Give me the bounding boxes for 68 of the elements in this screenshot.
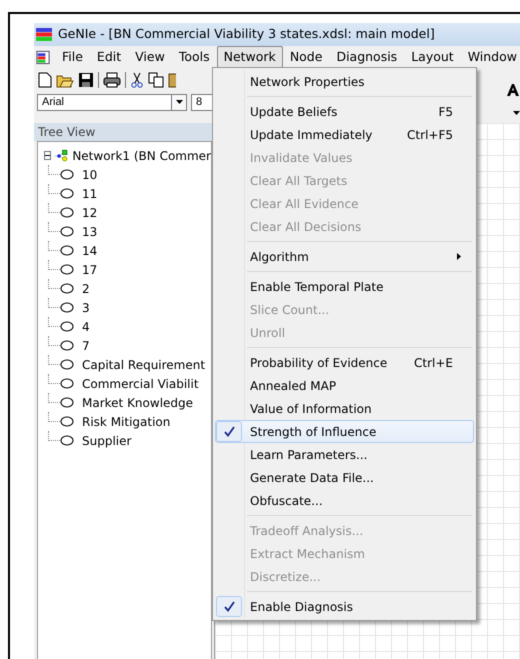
save-icon[interactable] <box>78 72 94 88</box>
panel-title: Tree View <box>34 123 214 141</box>
node-icon <box>60 188 74 199</box>
copy-icon[interactable] <box>148 72 164 88</box>
node-icon <box>60 245 74 256</box>
window-title: GeNIe - [BN Commercial Viability 3 states.xdsl: main model] <box>58 25 435 44</box>
dropdown-arrow-icon <box>176 100 182 104</box>
node-icon <box>60 340 74 351</box>
menu-item[interactable]: Window <box>460 46 520 68</box>
node-icon <box>60 226 74 237</box>
menu-item[interactable]: View <box>128 46 172 68</box>
tree-item[interactable]: Risk Mitigation <box>82 412 170 430</box>
print-icon[interactable] <box>103 72 121 88</box>
tree-item[interactable]: 12 <box>82 204 98 222</box>
dropdown-arrow-icon[interactable] <box>513 111 520 115</box>
node-icon <box>60 321 74 332</box>
document-icon[interactable] <box>36 50 51 64</box>
menu-item[interactable]: Algorithm <box>215 245 474 268</box>
new-file-icon[interactable] <box>38 72 52 88</box>
font-dropdown[interactable]: Arial <box>37 94 187 110</box>
submenu-arrow-icon <box>457 253 461 260</box>
expander-icon[interactable] <box>44 151 51 160</box>
node-icon <box>60 416 74 427</box>
menu-item[interactable]: Network Properties <box>215 70 474 93</box>
tree-item[interactable]: Supplier <box>82 432 132 450</box>
tree-item[interactable]: 2 <box>82 280 90 298</box>
node-icon <box>60 435 74 446</box>
cut-icon[interactable] <box>130 72 144 88</box>
tree-item[interactable]: Capital Requirement <box>82 356 206 374</box>
menu-item[interactable]: Node <box>282 46 330 68</box>
menu-item[interactable]: Edit <box>90 46 128 68</box>
menu-item[interactable]: File <box>55 46 90 68</box>
menu-item[interactable]: Tools <box>172 46 217 68</box>
tree-item[interactable]: Market Knowledge <box>82 394 194 412</box>
tree-item[interactable]: 10 <box>82 166 98 184</box>
node-icon <box>60 397 74 408</box>
menu-item[interactable]: Annealed MAP <box>215 374 474 397</box>
menu-item[interactable]: Network <box>216 46 283 68</box>
tree-item[interactable]: 7 <box>82 336 90 354</box>
node-icon <box>60 264 74 275</box>
menu-item[interactable]: Learn Parameters... <box>215 443 474 466</box>
tree-item[interactable]: Commercial Viabilit <box>82 374 199 392</box>
tree-item[interactable]: 17 <box>82 260 98 278</box>
tree-item[interactable]: 4 <box>82 318 90 336</box>
node-icon <box>60 207 74 218</box>
menu-item[interactable]: Probability of Evidence Ctrl+E <box>215 351 474 374</box>
tree-item[interactable]: 3 <box>82 298 90 316</box>
menu-item[interactable]: Update Immediately Ctrl+F5 <box>215 123 474 146</box>
menu-item[interactable]: Generate Data File... <box>215 466 474 489</box>
node-icon <box>60 378 74 389</box>
app-icon <box>36 28 52 41</box>
text-format-icon[interactable] <box>506 83 520 97</box>
menu-item[interactable]: Diagnosis <box>329 46 404 68</box>
menu-item[interactable]: Layout <box>404 46 461 68</box>
node-icon <box>60 359 74 370</box>
menu-item[interactable]: Enable Temporal Plate <box>215 275 474 298</box>
menu-item[interactable]: Value of Information <box>215 397 474 420</box>
node-icon <box>60 169 74 180</box>
tree-item[interactable]: 11 <box>82 184 98 202</box>
tree-item[interactable]: Network1 (BN Commer <box>72 146 211 164</box>
tree-item[interactable]: 14 <box>82 242 98 260</box>
menu-item[interactable]: Enable Diagnosis <box>215 595 474 618</box>
network-icon <box>54 148 68 164</box>
menu-item[interactable]: Strength of Influence <box>215 420 474 443</box>
tree-item[interactable]: 13 <box>82 222 98 240</box>
menu-item[interactable]: Obfuscate... <box>215 489 474 512</box>
node-icon <box>60 302 74 313</box>
node-icon <box>60 283 74 294</box>
